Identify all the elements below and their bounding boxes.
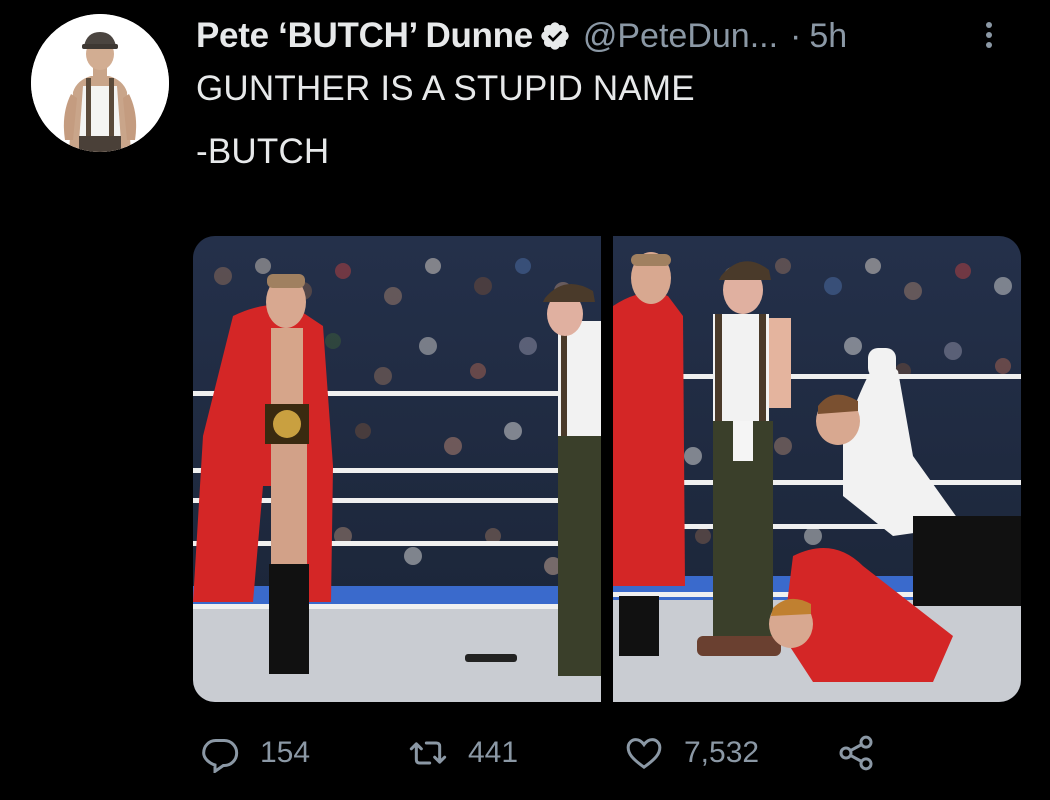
tweet-text-line: -BUTCH: [196, 132, 330, 171]
more-vertical-icon[interactable]: [979, 20, 999, 54]
retweet-count: 441: [468, 736, 519, 769]
media-grid: [193, 236, 1021, 702]
reply-icon: [202, 739, 239, 773]
retweet-icon: [409, 741, 447, 765]
tweet-photo[interactable]: [193, 236, 601, 702]
tweet-text: GUNTHER IS A STUPID NAME -BUTCH: [196, 68, 695, 173]
reply-count: 154: [260, 736, 311, 769]
verified-badge-icon: [539, 20, 571, 52]
avatar-image: [31, 14, 169, 152]
share-button[interactable]: [836, 726, 896, 780]
timestamp[interactable]: 5h: [809, 17, 847, 56]
retweet-button[interactable]: 441: [408, 726, 518, 780]
heart-icon: [626, 738, 662, 770]
tweet-header: Pete ‘BUTCH’ Dunne @PeteDun... · 5h: [196, 14, 1026, 58]
avatar[interactable]: [31, 14, 169, 152]
share-icon: [839, 735, 873, 771]
author-handle[interactable]: @PeteDun...: [583, 17, 778, 56]
tweet[interactable]: Pete ‘BUTCH’ Dunne @PeteDun... · 5h GUNT…: [0, 0, 1050, 800]
tweet-text-line: GUNTHER IS A STUPID NAME: [196, 69, 695, 108]
separator-dot: ·: [790, 16, 802, 55]
like-count: 7,532: [684, 736, 760, 769]
tweet-photo[interactable]: [613, 236, 1021, 702]
reply-button[interactable]: 154: [200, 726, 310, 780]
display-name[interactable]: Pete ‘BUTCH’ Dunne: [196, 16, 533, 56]
like-button[interactable]: 7,532: [624, 726, 759, 780]
tweet-actions: 154 441 7,532: [196, 726, 896, 780]
